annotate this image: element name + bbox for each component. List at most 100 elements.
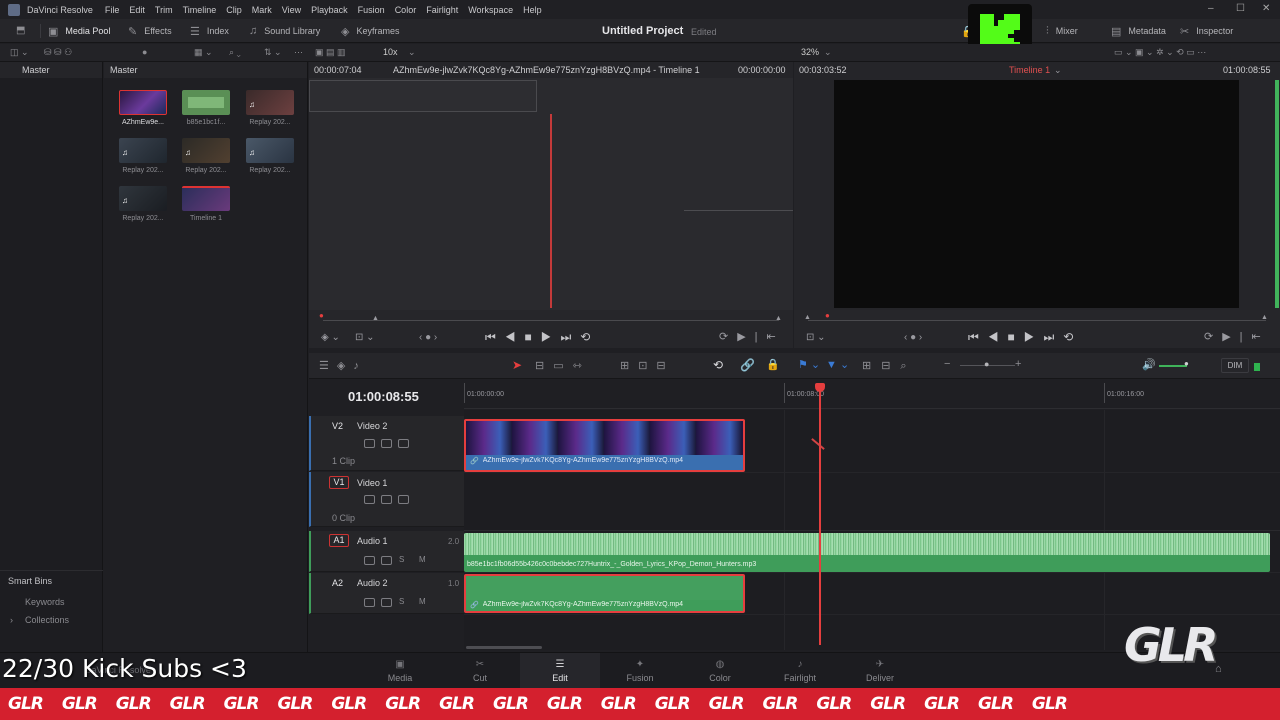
speaker-icon[interactable]: 🔊 <box>1142 358 1156 371</box>
jog-icon[interactable]: ‹ ● › <box>419 332 437 343</box>
track-name[interactable]: Video 1 <box>357 478 387 488</box>
sound-library-button[interactable]: ♫ Sound Library <box>249 19 320 43</box>
v2-video-clip[interactable]: 🔗 AZhmEw9e-jlwZvk7KQc8Yg-AZhmEw9e775znYz… <box>464 419 745 472</box>
inspector-button[interactable]: ✂ Inspector <box>1180 19 1233 43</box>
timeline-thumb[interactable] <box>182 186 230 211</box>
edit-tools-icon[interactable]: ⊟▭⇿ <box>535 359 591 372</box>
timeline-ruler[interactable]: 01:00:00:00 01:00:08:00 01:00:16:00 <box>464 379 1280 409</box>
program-playhead-marker[interactable]: ● <box>825 311 830 320</box>
lock-icon[interactable] <box>364 598 398 609</box>
zoom-out-icon[interactable]: − <box>944 358 950 370</box>
in-marker-icon[interactable]: ● <box>319 311 324 320</box>
menu-view[interactable]: View <box>282 5 301 15</box>
track-controls-icon[interactable] <box>364 439 415 450</box>
chevron-down-icon[interactable]: ⌄ <box>408 47 416 58</box>
audio-scrub-icon[interactable]: ◈ ⌄ <box>321 332 340 343</box>
mute-button[interactable]: M <box>419 555 426 564</box>
minimize-icon[interactable]: – <box>1208 3 1214 14</box>
media-thumb[interactable]: ♫ <box>182 138 230 163</box>
media-thumb[interactable] <box>182 90 230 115</box>
menu-color[interactable]: Color <box>395 5 417 15</box>
track-name[interactable]: Video 2 <box>357 421 387 431</box>
zoom-in-icon[interactable]: + <box>1015 358 1021 370</box>
menu-trim[interactable]: Trim <box>155 5 173 15</box>
program-canvas[interactable] <box>834 80 1239 308</box>
menu-file[interactable]: File <box>105 5 120 15</box>
media-thumb[interactable]: ♫ <box>246 138 294 163</box>
expand-panel-icon[interactable]: ⬒ <box>16 25 25 36</box>
volume-slider-fill[interactable] <box>1159 365 1187 367</box>
source-viewer[interactable]: 00:00:07:04 AZhmEw9e-jlwZvk7KQc8Yg-AZhmE… <box>309 62 793 348</box>
keyframes-button[interactable]: ◈ Keyframes <box>341 19 399 43</box>
viewer-layout-icon[interactable]: ▣ ▤ ▥ <box>315 47 346 58</box>
mute-button[interactable]: M <box>419 597 426 606</box>
jog-icon[interactable]: ‹ ● › <box>904 332 922 343</box>
match-frame-icon[interactable]: ⊡ ⌄ <box>806 332 826 343</box>
bin-master[interactable]: Master <box>0 62 102 78</box>
media-thumb[interactable] <box>119 90 167 115</box>
menu-workspace[interactable]: Workspace <box>468 5 513 15</box>
media-thumb[interactable]: ♫ <box>246 90 294 115</box>
timeline-name[interactable]: Timeline 1 <box>1009 65 1050 75</box>
scrub-handle-icon[interactable]: ▲ <box>775 315 782 322</box>
page-cut[interactable]: ✂ Cut <box>440 653 520 689</box>
list-view-icon[interactable]: ◫ ⌄ <box>10 47 29 58</box>
marker-icon[interactable]: ▼ ⌄ <box>826 358 849 371</box>
track-name[interactable]: Audio 1 <box>357 536 388 546</box>
viewer-actions-icon[interactable]: ⟳▶|⇤ <box>719 330 785 343</box>
menu-clip[interactable]: Clip <box>226 5 242 15</box>
snapping-icon[interactable]: ⟲ <box>713 358 723 372</box>
scrub-handle-icon[interactable]: ▲ <box>372 315 379 322</box>
program-zoom[interactable]: 32% <box>801 47 819 57</box>
solo-button[interactable]: S <box>399 597 404 606</box>
solo-button[interactable]: S <box>399 555 404 564</box>
page-media[interactable]: ▣ Media <box>360 653 440 689</box>
position-lock-icon[interactable]: 🔒 <box>766 358 780 371</box>
a1-audio-clip[interactable]: b85e1bc1fb06d55b426c0c0bebdec727Huntrix_… <box>464 533 1270 572</box>
menu-help[interactable]: Help <box>523 5 542 15</box>
timeline-scrollbar[interactable] <box>466 646 542 649</box>
media-pool-button[interactable]: ▣ Media Pool <box>48 19 110 43</box>
sort-icon[interactable]: ⇅ ⌄ <box>264 47 282 58</box>
grid-view-icon[interactable]: ▦ ⌄ <box>194 47 213 58</box>
bin-tools-icon[interactable]: ⛁ ⛁ ⚇ <box>44 47 72 58</box>
timeline-playhead[interactable] <box>819 389 821 645</box>
insert-overwrite-icon[interactable]: ⊞⊡⊟ <box>620 359 675 372</box>
chevron-down-icon[interactable]: ⌄ <box>824 47 832 58</box>
page-fusion[interactable]: ✦ Fusion <box>600 653 680 689</box>
viewer-options-icon[interactable]: ▭ ⌄ ▣ ⌄ ✲ ⌄ ⟲ ▭ ⋯ <box>1114 47 1206 58</box>
media-thumb[interactable]: ♫ <box>119 186 167 211</box>
timeline-view-options-icon[interactable]: ☰◈♪ <box>319 359 367 372</box>
zoom-slider-handle[interactable]: ● <box>984 359 989 369</box>
current-timecode[interactable]: 01:00:08:55 <box>348 389 419 404</box>
mixer-button[interactable]: ⫶ Mixer <box>1046 19 1078 43</box>
track-id[interactable]: A1 <box>329 534 349 547</box>
source-clip-title[interactable]: AZhmEw9e-jlwZvk7KQc8Yg-AZhmEw9e775znYzgH… <box>393 65 700 75</box>
track-name[interactable]: Audio 2 <box>357 578 388 588</box>
volume-slider-handle[interactable]: ● <box>1184 359 1189 368</box>
track-id[interactable]: V1 <box>329 476 349 489</box>
lock-icon[interactable] <box>364 556 398 567</box>
selection-tool-icon[interactable]: ➤ <box>512 358 522 372</box>
flag-icon[interactable]: ⚑ ⌄ <box>798 358 820 371</box>
a2-audio-clip[interactable]: 🔗 AZhmEw9e-jlwZvk7KQc8Yg-AZhmEw9e775znYz… <box>464 574 745 613</box>
transport-controls[interactable]: ⏮◀■▶⏭⟲ <box>485 330 599 345</box>
scrub-handle-icon[interactable]: ▲ <box>1261 314 1268 321</box>
menu-timeline[interactable]: Timeline <box>183 5 217 15</box>
chevron-down-icon[interactable]: ⌄ <box>1054 65 1062 76</box>
smart-bin-collections[interactable]: Collections <box>25 615 69 625</box>
track-controls-icon[interactable] <box>364 495 415 506</box>
page-fairlight[interactable]: ♪ Fairlight <box>760 653 840 689</box>
transport-controls[interactable]: ⏮◀■▶⏭⟲ <box>968 330 1082 345</box>
page-edit[interactable]: ☰ Edit <box>520 653 600 689</box>
zoom-mode-icon[interactable]: ⊞⊟⌕ <box>862 359 917 373</box>
effects-button[interactable]: ✎ Effects <box>128 19 172 43</box>
media-thumb[interactable]: ♫ <box>119 138 167 163</box>
close-icon[interactable]: ✕ <box>1262 3 1270 14</box>
thumb-size-slider[interactable]: ● <box>142 47 147 57</box>
search-icon[interactable]: ⌕ ⌄ <box>229 47 241 58</box>
program-viewer[interactable]: 00:03:03:52 Timeline 1 ⌄ 01:00:08:55 ▲ ●… <box>794 62 1280 348</box>
maximize-icon[interactable]: ☐ <box>1236 3 1245 14</box>
scrub-handle-icon[interactable]: ▲ <box>804 314 811 321</box>
source-playhead[interactable] <box>550 114 552 308</box>
